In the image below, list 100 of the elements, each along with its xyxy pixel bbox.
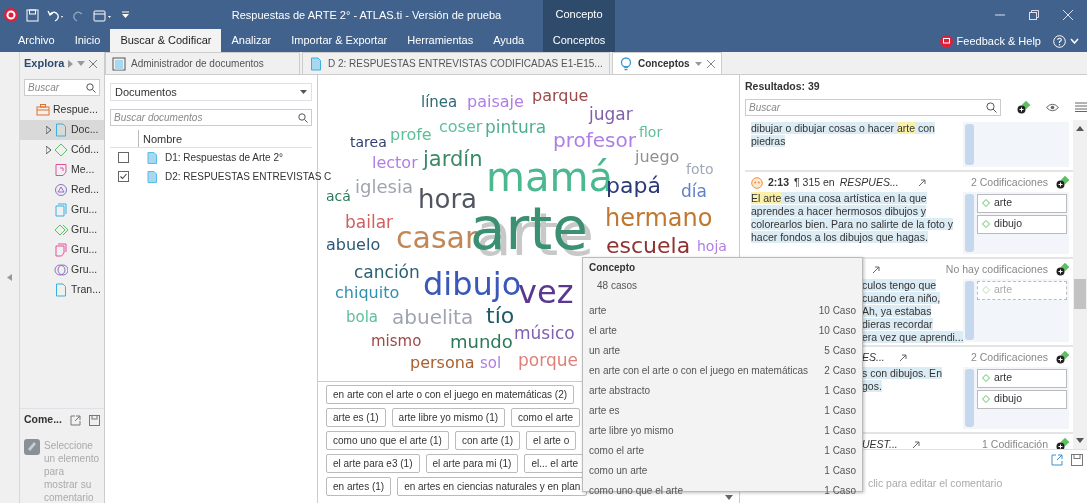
note-icon — [54, 163, 68, 177]
scroll-thumb[interactable] — [1074, 279, 1086, 310]
tree-item[interactable]: Gru... — [20, 240, 104, 260]
phrase-chip[interactable]: en artes en ciencias naturales y en plan — [397, 477, 588, 496]
phrase-chip[interactable]: con arte (1) — [454, 431, 521, 450]
phrase-chip[interactable]: el arte para e3 (1) — [326, 454, 420, 473]
ribbon-tab[interactable]: Analizar — [221, 28, 282, 52]
add-code-icon[interactable] — [1017, 100, 1030, 114]
briefcase-icon — [36, 103, 50, 117]
code-tag[interactable]: arte — [977, 193, 1067, 213]
add-code-icon[interactable] — [1056, 438, 1069, 449]
case-count: 1 Caso — [824, 443, 856, 458]
case-count: 10 Caso — [818, 323, 856, 338]
checkbox[interactable] — [118, 171, 129, 182]
tree-item[interactable]: Doc... — [20, 120, 104, 140]
undo-icon[interactable] — [47, 8, 65, 22]
phrase-chip[interactable]: arte es (1) — [326, 408, 386, 427]
case-count: 1 Caso — [824, 463, 856, 478]
ribbon-tab[interactable]: Importar & Exportar — [281, 28, 398, 52]
customize-icon[interactable] — [121, 10, 130, 20]
scroll-down-icon[interactable] — [725, 495, 733, 500]
chevron-icon[interactable] — [1070, 38, 1079, 44]
filter-dropdown[interactable]: Documentos — [110, 83, 312, 101]
add-code-icon[interactable] — [1056, 263, 1069, 277]
external-icon[interactable] — [1051, 454, 1063, 466]
document-tab[interactable]: Conceptos — [612, 52, 722, 74]
dropdown-icon[interactable] — [694, 61, 702, 66]
open-arrow-icon[interactable] — [872, 265, 880, 275]
layout-icon[interactable] — [93, 8, 113, 22]
phrase-chip[interactable]: en arte con el arte o con el juego en matemáticas (2) — [326, 385, 575, 404]
ribbon-tab[interactable]: Inicio — [64, 28, 111, 52]
cloud-word: paisaje — [467, 94, 524, 111]
menu-icon[interactable] — [1075, 102, 1087, 113]
quotation-source: RESPUES... — [839, 174, 899, 190]
search-icon — [86, 82, 96, 93]
code-tag[interactable]: dibujo — [977, 214, 1067, 234]
phrase-chip[interactable]: como uno que el arte (1) — [326, 431, 449, 450]
add-code-icon[interactable] — [1056, 176, 1069, 190]
tree-item[interactable]: Red... — [20, 180, 104, 200]
phrase-chip[interactable]: como el arte — [511, 408, 581, 427]
quotation-text: El arte es una cosa artística en la que aprendes a hacer hermosos dibujos y colorearlos bien. Para no salirte de la foto y hacer fondos a los dibujos que hagas. — [751, 191, 954, 244]
cloud-word: hermano — [605, 205, 713, 230]
close-icon[interactable] — [706, 59, 715, 68]
results-count: Resultados: 39 — [745, 79, 821, 94]
document-tab[interactable]: Administrador de documentos — [105, 52, 300, 74]
case-count: 5 Caso — [824, 343, 856, 358]
tree-item[interactable]: Cód... — [20, 140, 104, 160]
expand-arrow-icon[interactable] — [46, 126, 51, 134]
cloud-word: profesor — [553, 130, 636, 150]
ribbon-tab[interactable]: Herramientas — [397, 28, 484, 52]
logo-icon[interactable] — [4, 8, 18, 22]
help-icon[interactable] — [1053, 34, 1066, 48]
save-icon[interactable] — [89, 414, 100, 426]
case-count: 1 Caso — [824, 483, 856, 498]
restore-icon[interactable] — [1029, 10, 1039, 20]
phrase-chip[interactable]: arte libre yo mismo (1) — [391, 408, 506, 427]
document-icon — [54, 283, 68, 297]
phrase-chip[interactable]: el arte para mi (1) — [425, 454, 519, 473]
expand-arrow-icon[interactable] — [46, 146, 51, 154]
phrase-chip[interactable]: en artes (1) — [326, 477, 392, 496]
feedback-help-link[interactable]: Feedback & Help — [956, 32, 1041, 50]
tree-item[interactable]: Me... — [20, 160, 104, 180]
document-tab[interactable]: D 2: RESPUESTAS ENTREVISTAS CODIFICADAS E1-E15... — [302, 52, 610, 74]
scroll-down-icon[interactable] — [1076, 438, 1084, 443]
ribbon-tab[interactable]: Buscar & Codificar — [110, 28, 222, 52]
tree-item[interactable]: Gru... — [20, 220, 104, 240]
external-icon[interactable] — [70, 414, 81, 426]
ribbon-tab[interactable]: Ayuda — [483, 28, 535, 52]
close-icon[interactable] — [89, 59, 98, 68]
tree-item[interactable]: Respue... — [20, 100, 104, 120]
concept-phrase: como un arte — [589, 463, 648, 478]
window-title: Respuestas de ARTE 2° - ATLAS.ti - Versión de prueba — [230, 7, 503, 23]
tree-item[interactable]: Tran... — [20, 280, 104, 300]
tree-item[interactable]: Gru... — [20, 260, 104, 280]
save-icon[interactable] — [1071, 454, 1083, 466]
cloud-word: abuelita — [392, 307, 474, 327]
phrase-chip[interactable]: el arte o — [526, 431, 577, 450]
search-field[interactable]: Buscar — [24, 79, 100, 96]
eye-icon[interactable] — [1046, 102, 1059, 112]
search-field[interactable]: Buscar documentos — [110, 109, 312, 126]
coding-count: 1 Codificación — [982, 436, 1048, 449]
tree-item[interactable]: Gru... — [20, 200, 104, 220]
cloud-word: hoja — [697, 239, 727, 254]
checkbox[interactable] — [118, 152, 129, 163]
concept-phrase: como uno que el arte — [589, 483, 683, 498]
open-arrow-icon[interactable] — [898, 353, 907, 363]
feedback-icon[interactable] — [939, 34, 953, 48]
code-tag[interactable]: dibujo — [977, 389, 1067, 409]
add-code-icon[interactable] — [1056, 351, 1069, 365]
ribbon-tab[interactable]: Archivo — [8, 28, 65, 52]
open-arrow-icon[interactable] — [911, 440, 920, 449]
column-header[interactable]: Nombre — [138, 130, 183, 147]
context-group-label: Concepto — [555, 7, 603, 22]
scroll-up-icon[interactable] — [1076, 125, 1084, 131]
code-tag[interactable]: arte — [977, 368, 1067, 388]
cloud-word: jardín — [423, 149, 483, 171]
search-field[interactable]: Buscar — [745, 98, 1001, 116]
ribbon-tab[interactable]: Conceptos — [548, 28, 610, 52]
cloud-word: bola — [346, 309, 379, 325]
open-arrow-icon[interactable] — [917, 178, 926, 188]
